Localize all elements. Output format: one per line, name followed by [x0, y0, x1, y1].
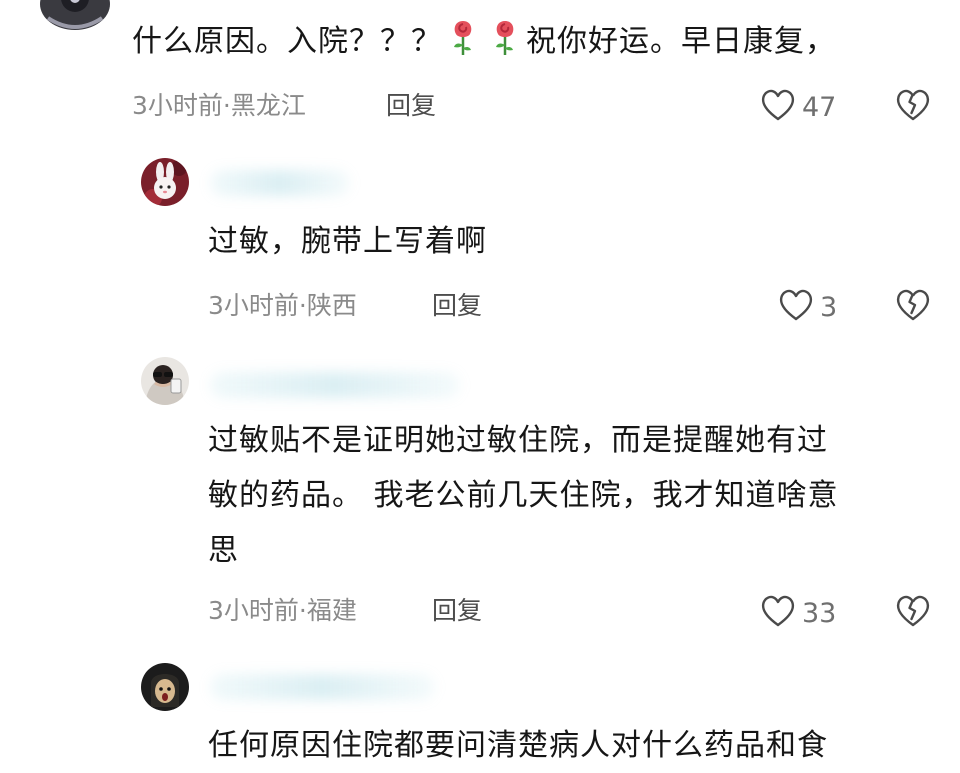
comment-text-line: 思 — [208, 533, 239, 568]
like-count: 47 — [802, 91, 837, 123]
avatar[interactable] — [141, 357, 189, 405]
rose-emoji — [448, 17, 478, 75]
comment-text: 任何原因住院都要问清楚病人对什么药品和食 — [208, 728, 828, 763]
comment-meta: 3小时前·黑龙江 — [132, 91, 306, 120]
comment-text: 什么原因。入院？？？ 祝你好运。早日康复， — [132, 14, 836, 75]
avatar[interactable] — [141, 663, 189, 711]
dislike-button[interactable] — [894, 288, 932, 326]
broken-heart-icon — [894, 289, 932, 326]
heart-icon — [778, 288, 814, 326]
reply-button[interactable]: 回复 — [432, 596, 482, 626]
reply-button[interactable]: 回复 — [386, 91, 436, 121]
avatar[interactable] — [141, 158, 189, 206]
dislike-button[interactable] — [894, 88, 932, 126]
comment-text-line: 什么原因。入院？？？ — [132, 24, 442, 59]
like-button[interactable]: 3 — [778, 288, 837, 326]
comment-text: 过敏，腕带上写着啊 — [208, 224, 487, 259]
broken-heart-icon — [894, 89, 932, 126]
like-button[interactable]: 47 — [760, 88, 836, 126]
comment-meta: 3小时前·陕西 — [208, 291, 357, 320]
rose-emoji — [490, 17, 520, 75]
comment-text: 过敏贴不是证明她过敏住院，而是提醒她有过 敏的药品。 我老公前几天住院，我才知道… — [208, 413, 839, 578]
like-button[interactable]: 33 — [760, 594, 836, 632]
comment-text-line: 过敏贴不是证明她过敏住院，而是提醒她有过 — [208, 423, 828, 458]
comment-text-after-emoji: 祝你好运。早日康复， — [526, 24, 836, 59]
like-count: 3 — [820, 291, 838, 323]
comment-meta: 3小时前·福建 — [208, 596, 357, 625]
like-count: 33 — [802, 597, 837, 629]
reply-button[interactable]: 回复 — [432, 291, 482, 321]
heart-icon — [760, 88, 796, 126]
username-redacted — [210, 372, 460, 398]
comment-text-line: 敏的药品。 我老公前几天住院，我才知道啥意 — [208, 478, 839, 513]
username-redacted — [210, 674, 435, 700]
heart-icon — [760, 594, 796, 632]
broken-heart-icon — [894, 595, 932, 632]
avatar[interactable] — [40, 0, 110, 30]
dislike-button[interactable] — [894, 594, 932, 632]
username-redacted — [210, 170, 350, 196]
